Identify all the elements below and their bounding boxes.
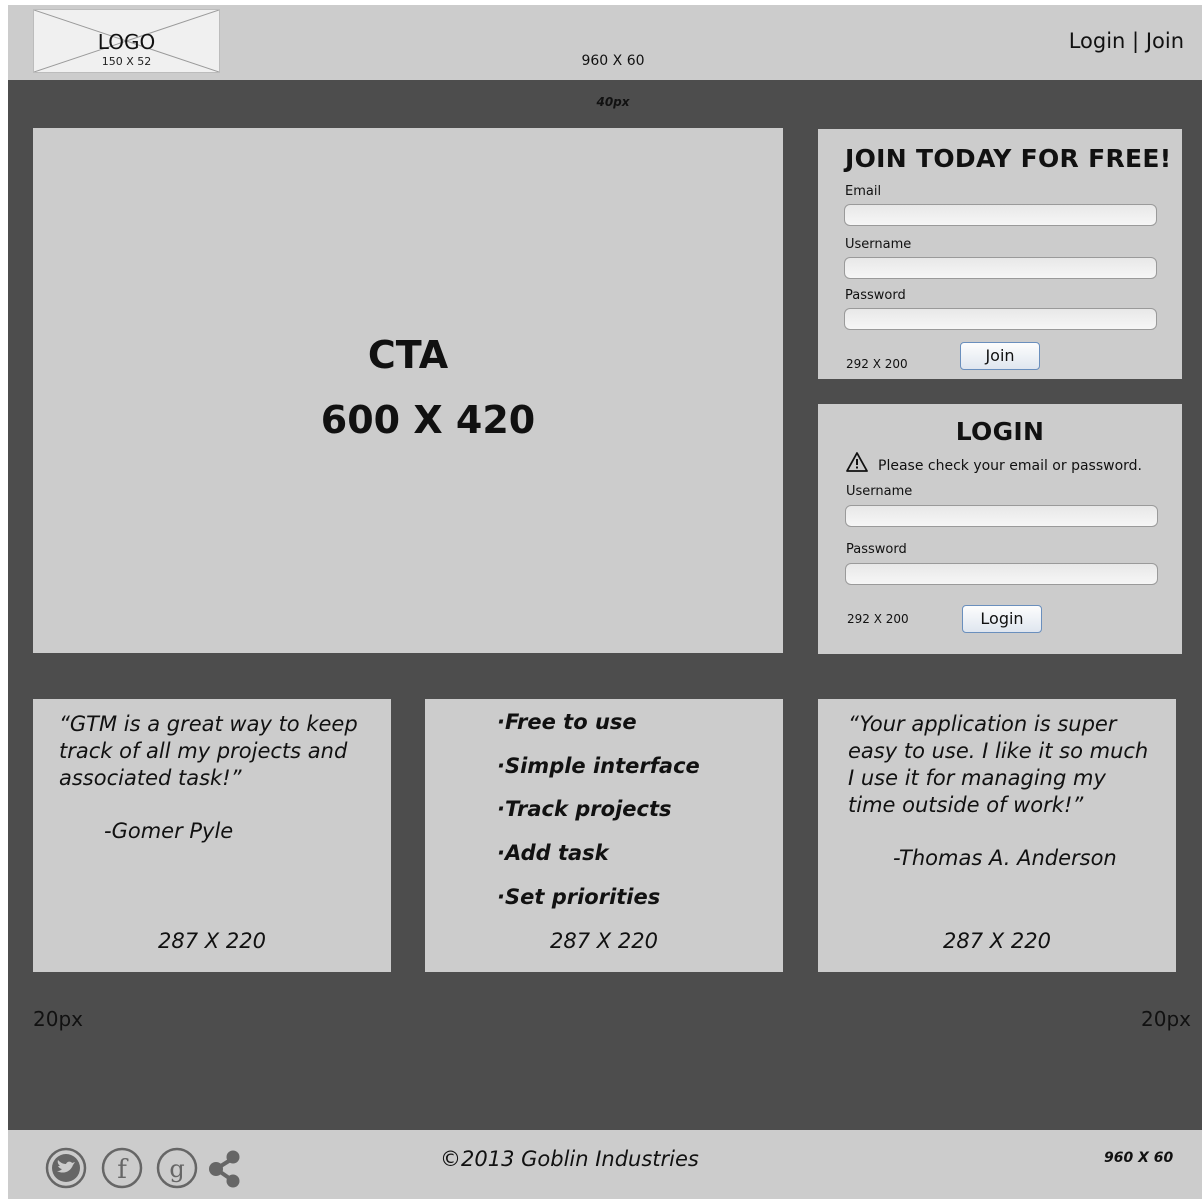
login-heading: LOGIN [955,417,1045,446]
login-warning-message: Please check your email or password. [878,458,1142,474]
join-button[interactable]: Join [960,342,1040,370]
logo-placeholder[interactable]: LOGO 150 X 52 [33,9,220,73]
twitter-icon[interactable] [45,1147,87,1189]
card-dimension-label: 287 X 220 [158,929,266,953]
feature-item: ·Simple interface [497,754,700,778]
quote-line: time outside of work!” [848,793,1084,817]
quote-line: track of all my projects and [59,739,348,763]
card-dimension-label: 287 X 220 [550,929,658,953]
testimonial-author: -Thomas A. Anderson [893,846,1117,870]
facebook-icon[interactable]: f [101,1147,143,1189]
email-label: Email [845,184,882,199]
copyright-text: ©2013 Goblin Industries [440,1147,699,1171]
testimonial-quote: “GTM is a great way to keep track of all… [59,711,358,792]
password-label: Password [845,288,906,303]
logo-text: LOGO [97,30,156,54]
quote-line: associated task!” [59,766,242,790]
email-field[interactable] [844,204,1157,226]
google-plus-icon[interactable]: g [156,1147,198,1189]
feature-label: Free to use [504,710,637,734]
username-label: Username [845,237,912,252]
gap-dimension-label: 40px [596,95,630,109]
feature-item: ·Track projects [497,797,672,821]
quote-line: “GTM is a great way to keep [59,712,358,736]
logo-size-label: 150 X 52 [101,55,152,68]
feature-label: Set priorities [504,885,661,909]
password-field[interactable] [844,308,1157,330]
login-username-label: Username [846,484,913,499]
cta-size-label: 600 X 420 [320,398,536,442]
login-password-field[interactable] [845,563,1158,585]
login-username-field[interactable] [845,505,1158,527]
cta-panel[interactable]: CTA 600 X 420 [33,128,783,653]
header-dimension-label: 960 X 60 [581,53,645,69]
feature-label: Add task [504,841,609,865]
login-panel: LOGIN Please check your email or passwor… [818,404,1182,654]
quote-line: “Your application is super [848,712,1117,736]
testimonial-card-right: “Your application is super easy to use. … [818,699,1176,972]
join-heading: JOIN TODAY FOR FREE! [845,144,1172,173]
auth-links: Login | Join [1069,29,1184,53]
cta-title: CTA [367,333,449,377]
feature-label: Track projects [504,797,672,821]
login-password-label: Password [846,542,907,557]
join-panel-dimension: 292 X 200 [846,357,908,371]
auth-separator: | [1132,29,1140,53]
join-panel: JOIN TODAY FOR FREE! Email Username Pass… [818,129,1182,379]
username-field[interactable] [844,257,1157,279]
login-panel-dimension: 292 X 200 [847,612,909,626]
footer-dimension-label: 960 X 60 [1104,1150,1174,1166]
svg-text:g: g [169,1155,184,1183]
testimonial-card-left: “GTM is a great way to keep track of all… [33,699,391,972]
features-card: ·Free to use ·Simple interface ·Track pr… [425,699,783,972]
page-wireframe: LOGO 150 X 52 960 X 60 Login | Join 40px… [8,5,1202,1199]
feature-label: Simple interface [504,754,700,778]
feature-item: ·Add task [497,841,609,865]
testimonial-author: -Gomer Pyle [104,819,234,843]
quote-line: I use it for managing my [848,766,1106,790]
testimonial-quote: “Your application is super easy to use. … [848,711,1148,819]
quote-line: easy to use. I like it so much [848,739,1149,763]
login-link[interactable]: Login [1069,29,1126,53]
right-margin-label: 20px [1141,1007,1191,1031]
feature-item: ·Set priorities [497,885,661,909]
left-margin-label: 20px [33,1007,83,1031]
card-dimension-label: 287 X 220 [943,929,1051,953]
svg-text:f: f [117,1155,129,1185]
feature-item: ·Free to use [497,710,637,734]
share-icon[interactable] [206,1147,242,1189]
login-button[interactable]: Login [962,605,1042,633]
header-bar: LOGO 150 X 52 960 X 60 Login | Join [8,5,1202,80]
join-link[interactable]: Join [1146,29,1184,53]
warning-icon [846,452,868,472]
